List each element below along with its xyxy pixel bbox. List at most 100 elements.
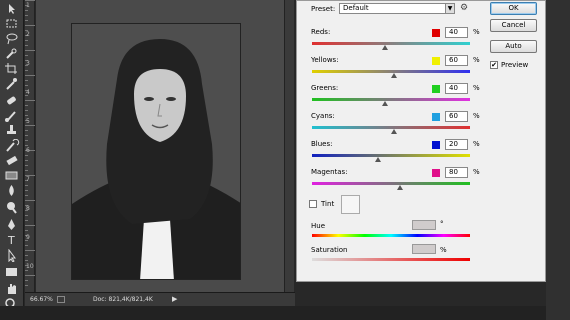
channel-color-swatch — [432, 57, 440, 65]
document-info: Doc: 821,4K/821,4K — [93, 296, 153, 303]
ruler-tick — [25, 155, 28, 156]
ruler-tick — [25, 70, 28, 71]
crop-tool-icon[interactable] — [3, 62, 20, 75]
ruler-tick — [25, 200, 35, 201]
channel-slider-thumb[interactable] — [381, 101, 388, 106]
status-box-icon — [57, 296, 65, 303]
gradient-tool-icon[interactable] — [3, 169, 20, 182]
ruler-tick — [25, 195, 28, 196]
channel-slider[interactable] — [312, 154, 470, 157]
channel-value-field[interactable]: 40 — [445, 83, 468, 94]
clone-stamp-tool-icon[interactable] — [3, 124, 20, 137]
ruler-number: 5 — [26, 118, 30, 125]
ruler-number: 4 — [26, 89, 30, 96]
zoom-level[interactable]: 66.67% — [30, 296, 53, 303]
document-canvas[interactable] — [36, 0, 284, 292]
healing-brush-tool-icon[interactable] — [3, 94, 20, 107]
ruler-tick — [25, 220, 28, 221]
ruler-tick — [25, 170, 28, 171]
lasso-tool-icon[interactable] — [3, 32, 20, 45]
channel-value-field[interactable]: 40 — [445, 27, 468, 38]
ruler-tick — [25, 275, 35, 276]
eyedropper-tool-icon[interactable] — [3, 77, 20, 90]
channel-slider-thumb[interactable] — [375, 157, 382, 162]
channel-color-swatch — [432, 29, 440, 37]
channel-slider-thumb[interactable] — [391, 129, 398, 134]
channel-unit: % — [473, 140, 480, 148]
ruler-number: 6 — [26, 147, 30, 154]
tools-panel: T — [0, 0, 24, 320]
cancel-button[interactable]: Cancel — [490, 19, 537, 32]
channel-slider-thumb[interactable] — [397, 185, 404, 190]
channel-label: Reds: — [311, 28, 331, 36]
brush-tool-icon[interactable] — [3, 109, 20, 122]
ok-button[interactable]: OK — [490, 2, 537, 15]
blur-tool-icon[interactable] — [3, 184, 20, 197]
history-brush-tool-icon[interactable] — [3, 139, 20, 152]
ruler-tick — [25, 270, 28, 271]
status-bar: 66.67% Doc: 821,4K/821,4K ▶ — [25, 292, 295, 306]
path-select-tool-icon[interactable] — [3, 249, 20, 262]
ruler-tick — [25, 50, 35, 51]
channel-value-field[interactable]: 20 — [445, 139, 468, 150]
channel-value-field[interactable]: 60 — [445, 111, 468, 122]
svg-text:T: T — [7, 234, 15, 246]
black-white-dialog: Preset: Default ▼ ⚙ OK Cancel Auto ✔ Pre… — [296, 0, 546, 282]
preset-label: Preset: — [311, 5, 336, 13]
channel-color-swatch — [432, 169, 440, 177]
hue-slider[interactable] — [312, 234, 470, 237]
tint-checkbox[interactable] — [309, 200, 317, 208]
saturation-slider[interactable] — [312, 258, 470, 261]
preset-value: Default — [343, 4, 369, 12]
ruler-tick — [25, 145, 28, 146]
channel-unit: % — [473, 112, 480, 120]
portrait-photo[interactable] — [71, 23, 241, 280]
shape-tool-icon[interactable] — [3, 265, 20, 278]
channel-slider-thumb[interactable] — [391, 73, 398, 78]
ruler-number: 1 — [26, 2, 30, 9]
ruler-tick — [25, 140, 28, 141]
auto-button[interactable]: Auto — [490, 40, 537, 53]
chevron-down-icon[interactable]: ▼ — [445, 4, 454, 13]
ruler-tick — [25, 40, 28, 41]
channel-slider[interactable] — [312, 98, 470, 101]
type-tool-icon[interactable]: T — [3, 233, 20, 246]
channel-unit: % — [473, 56, 480, 64]
ruler-number: 8 — [26, 205, 30, 212]
channel-slider[interactable] — [312, 42, 470, 45]
dodge-tool-icon[interactable] — [3, 201, 20, 214]
ruler-number: 2 — [26, 31, 30, 38]
photoshop-window: T 1 2 3 4 5 6 7 8 9 10 66.67% Doc: 821,4… — [0, 0, 570, 320]
saturation-field[interactable] — [412, 244, 436, 254]
ruler-tick — [25, 105, 28, 106]
pen-tool-icon[interactable] — [3, 218, 20, 231]
marquee-tool-icon[interactable] — [3, 17, 20, 30]
vertical-scrollbar[interactable] — [284, 0, 294, 292]
hue-field[interactable] — [412, 220, 436, 230]
ruler-number: 7 — [26, 176, 30, 183]
tint-color-swatch[interactable] — [341, 195, 360, 214]
ruler-tick — [25, 75, 35, 76]
channel-value-field[interactable]: 60 — [445, 55, 468, 66]
ruler-tick — [25, 115, 28, 116]
channel-color-swatch — [432, 85, 440, 93]
eraser-tool-icon[interactable] — [3, 154, 20, 167]
ruler-tick — [25, 85, 28, 86]
ruler-tick — [25, 80, 28, 81]
move-tool-icon[interactable] — [3, 2, 20, 15]
ruler-tick — [25, 285, 28, 286]
preview-checkbox[interactable]: ✔ — [490, 61, 498, 69]
ruler-tick — [25, 135, 28, 136]
quick-select-tool-icon[interactable] — [3, 47, 20, 60]
channel-value-field[interactable]: 80 — [445, 167, 468, 178]
gear-icon[interactable]: ⚙ — [460, 3, 468, 13]
saturation-label: Saturation — [311, 246, 348, 254]
channel-label: Cyans: — [311, 112, 335, 120]
preset-select[interactable]: Default ▼ — [339, 3, 455, 14]
channel-slider-thumb[interactable] — [381, 45, 388, 50]
ruler-tick — [25, 260, 28, 261]
hand-tool-icon[interactable] — [3, 282, 20, 295]
channel-slider[interactable] — [312, 182, 470, 185]
ruler-tick — [25, 160, 28, 161]
status-menu-arrow[interactable]: ▶ — [172, 295, 177, 303]
